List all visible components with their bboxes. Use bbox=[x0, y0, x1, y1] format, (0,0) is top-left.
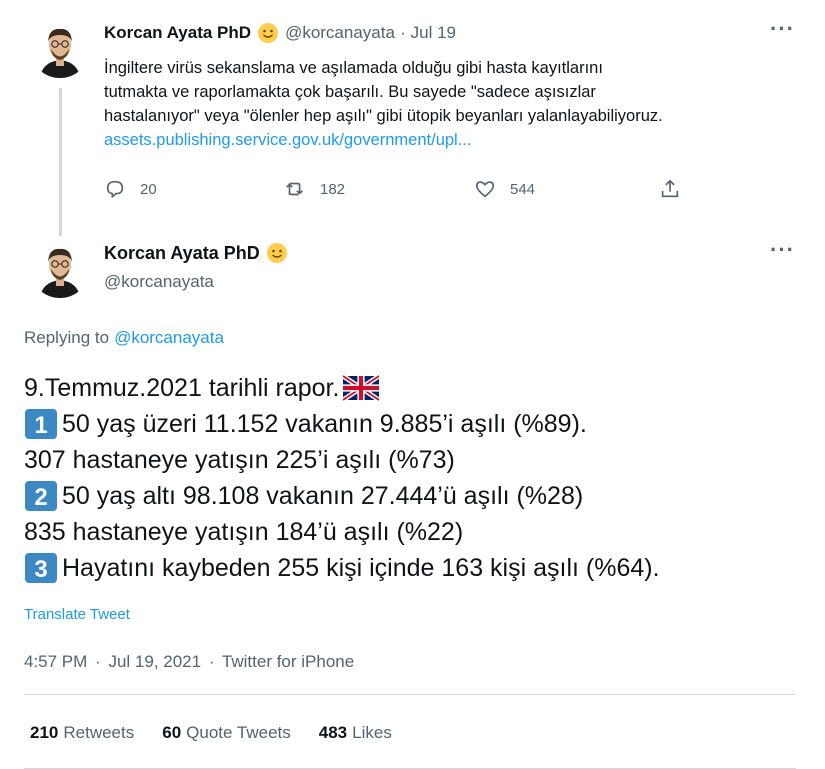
stat-line: Hayatını kaybeden 255 kişi içinde 163 ki… bbox=[62, 554, 660, 582]
replying-label: Replying to bbox=[24, 328, 110, 347]
meta-separator: · bbox=[95, 652, 101, 671]
tweet-text-line: 9.Temmuz.2021 tarihli rapor. bbox=[24, 370, 814, 406]
share-icon bbox=[661, 179, 679, 198]
retweets-label: Retweets bbox=[63, 723, 135, 742]
stat-line: 307 hastaneye yatışın 225’i aşılı (%73) bbox=[24, 446, 455, 474]
quote-tweets-stat[interactable]: 60 Quote Tweets bbox=[162, 723, 291, 743]
author-name-row: Korcan Ayata PhD bbox=[104, 242, 294, 264]
likes-label: Likes bbox=[352, 723, 392, 742]
avatar-image bbox=[30, 238, 90, 298]
tweet-date[interactable]: Jul 19 bbox=[411, 23, 456, 43]
avatar-image bbox=[30, 18, 90, 78]
author-handle[interactable]: @korcanayata bbox=[104, 272, 214, 292]
keycap-label: 3 bbox=[34, 556, 47, 583]
keycap-two-icon: 2 bbox=[24, 480, 58, 512]
like-count: 544 bbox=[510, 180, 536, 198]
more-icon[interactable]: ··· bbox=[770, 18, 795, 40]
tweet-text: İngiltere virüs sekanslama ve aşılamada … bbox=[104, 56, 804, 152]
tweet-text-line: 2 50 yaş altı 98.108 vakanın 27.444’ü aş… bbox=[24, 478, 814, 514]
likes-count: 483 bbox=[318, 723, 348, 742]
tweet-text-line: 835 hastaneye yatışın 184’ü aşılı (%22) bbox=[24, 514, 814, 550]
reply-button[interactable]: 20 bbox=[104, 178, 157, 200]
thread-connector-line bbox=[59, 88, 62, 236]
tweet-text-line: tutmakta ve raporlamakta çok başarılı. B… bbox=[104, 83, 596, 101]
tweet-text-line: 3 Hayatını kaybeden 255 kişi içinde 163 … bbox=[24, 550, 814, 586]
tweet-meta: 4:57 PM · Jul 19, 2021 · Twitter for iPh… bbox=[24, 652, 354, 672]
retweet-button[interactable]: 182 bbox=[284, 178, 345, 200]
keycap-three-icon: 3 bbox=[24, 552, 58, 584]
stat-line: 50 yaş altı 98.108 vakanın 27.444’ü aşıl… bbox=[62, 482, 584, 510]
tweet-time[interactable]: 4:57 PM bbox=[24, 652, 87, 671]
author-handle[interactable]: @korcanayata bbox=[285, 23, 395, 43]
keycap-one-icon: 1 bbox=[24, 408, 58, 440]
uk-flag-icon bbox=[343, 375, 380, 401]
retweets-count: 210 bbox=[30, 723, 59, 742]
retweet-count: 182 bbox=[320, 180, 346, 198]
translate-tweet-link[interactable]: Translate Tweet bbox=[24, 606, 130, 623]
author-name[interactable]: Korcan Ayata PhD bbox=[104, 23, 251, 43]
author-name[interactable]: Korcan Ayata PhD bbox=[104, 243, 260, 264]
heart-icon bbox=[475, 181, 495, 198]
avatar[interactable] bbox=[30, 238, 90, 298]
stat-line: 50 yaş üzeri 11.152 vakanın 9.885’i aşıl… bbox=[62, 410, 587, 438]
reply-count: 20 bbox=[140, 180, 157, 198]
smiley-emoji-icon bbox=[257, 22, 279, 44]
tweet-text-line: 307 hastaneye yatışın 225’i aşılı (%73) bbox=[24, 442, 814, 478]
stat-line: 835 hastaneye yatışın 184’ü aşılı (%22) bbox=[24, 518, 464, 546]
keycap-label: 1 bbox=[34, 412, 47, 439]
retweet-icon bbox=[286, 182, 303, 196]
divider bbox=[24, 694, 796, 695]
retweets-stat[interactable]: 210 Retweets bbox=[30, 723, 134, 743]
quotes-count: 60 bbox=[162, 723, 182, 742]
likes-stat[interactable]: 483 Likes bbox=[319, 723, 392, 743]
tweet-actions: 20 182 544 bbox=[104, 178, 694, 204]
tweet-text-line: İngiltere virüs sekanslama ve aşılamada … bbox=[104, 59, 603, 77]
more-icon[interactable]: ··· bbox=[770, 239, 795, 261]
like-button[interactable]: 544 bbox=[474, 178, 535, 200]
tweet-text-line: hastalanıyor" veya "ölenler hep aşılı" g… bbox=[104, 107, 663, 125]
meta-separator: · bbox=[208, 652, 215, 671]
quotes-label: Quote Tweets bbox=[186, 723, 291, 742]
header-separator: · bbox=[399, 23, 406, 42]
tweet-source[interactable]: Twitter for iPhone bbox=[222, 652, 354, 671]
tweet-text-line: 1 50 yaş üzeri 11.152 vakanın 9.885’i aş… bbox=[24, 406, 814, 442]
replying-to: Replying to @korcanayata bbox=[24, 328, 224, 348]
replying-handle-link[interactable]: @korcanayata bbox=[114, 328, 224, 347]
keycap-label: 2 bbox=[34, 484, 47, 511]
tweet-text: 9.Temmuz.2021 tarihli rapor. 1 50 yaş üz… bbox=[24, 370, 814, 586]
tweet-full-date[interactable]: Jul 19, 2021 bbox=[108, 652, 201, 671]
report-title: 9.Temmuz.2021 tarihli rapor. bbox=[24, 374, 340, 402]
tweet-link[interactable]: assets.publishing.service.gov.uk/governm… bbox=[104, 128, 804, 152]
engagement-stats: 210 Retweets 60 Quote Tweets 483 Likes bbox=[30, 723, 420, 743]
tweet-header: Korcan Ayata PhD @korcanayata · Jul 19 bbox=[104, 22, 456, 44]
reply-icon bbox=[106, 180, 124, 198]
share-button[interactable] bbox=[659, 178, 695, 200]
smiley-emoji-icon bbox=[266, 242, 288, 264]
avatar[interactable] bbox=[30, 18, 90, 78]
